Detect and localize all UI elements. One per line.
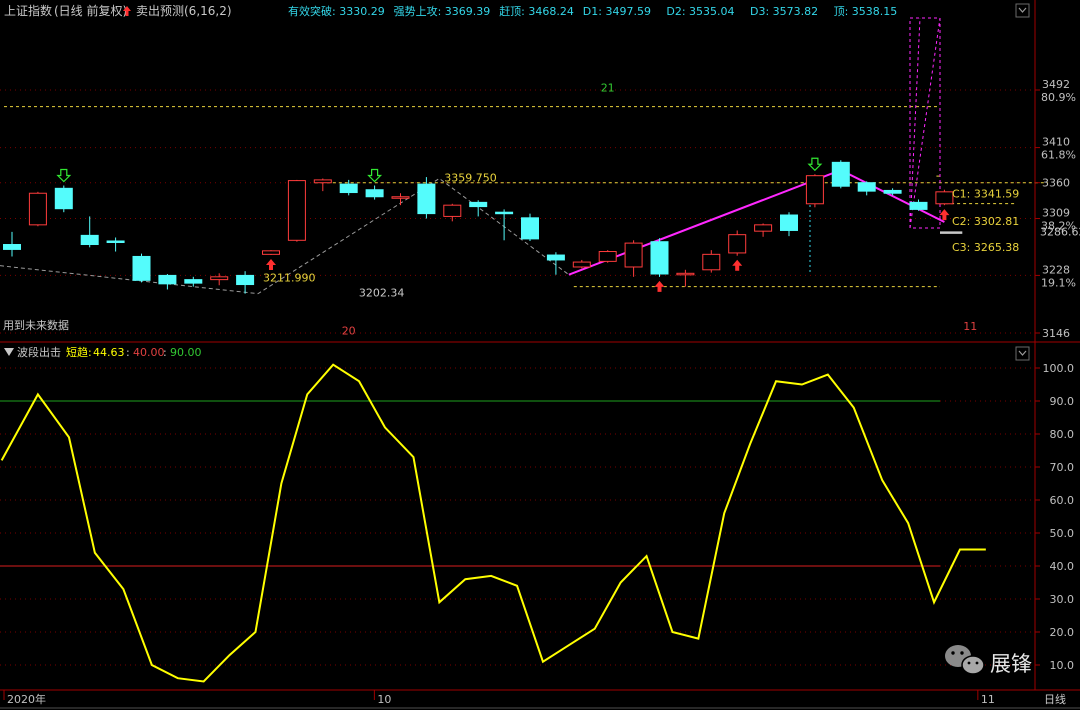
candle-body	[572, 261, 591, 268]
candle-body	[54, 187, 73, 210]
count-label: 20	[342, 324, 356, 337]
main-tick-label: 3146	[1042, 327, 1070, 340]
candle-body	[443, 204, 462, 217]
sub-tick-label: 50.0	[1050, 527, 1075, 540]
main-tick-pct: 38.2%	[1041, 220, 1076, 233]
header-level-2: 赶顶: 3468.24	[499, 4, 574, 18]
candle-body	[883, 189, 902, 194]
header-level-3: D1: 3497.59	[583, 5, 651, 18]
candle-body	[598, 251, 617, 262]
candle-body	[313, 179, 332, 184]
candle-body	[391, 196, 410, 199]
candle-body	[495, 211, 514, 215]
candle-body	[184, 279, 203, 284]
candle-body	[805, 175, 824, 205]
sub-tick-label: 80.0	[1050, 428, 1075, 441]
header-level-5: D3: 3573.82	[750, 5, 818, 18]
main-tick-label: 3360	[1042, 177, 1070, 190]
candle-body	[909, 201, 928, 210]
candle-body	[857, 182, 876, 192]
count-label: 11	[963, 320, 977, 333]
candle-body	[28, 192, 47, 226]
candle-body	[132, 255, 151, 281]
x-tick-label: 2020年	[7, 692, 46, 706]
candle-body	[831, 161, 850, 187]
main-tick-label: 3410	[1042, 136, 1070, 149]
sub-tick-label: 100.0	[1043, 362, 1075, 375]
sub-tick-label: 60.0	[1050, 494, 1075, 507]
sub-tick-label: 70.0	[1050, 461, 1075, 474]
candle-body	[754, 224, 773, 232]
period: (日线 前复权)	[54, 3, 127, 18]
count-label: 21	[601, 81, 615, 94]
candle-body	[780, 214, 798, 231]
sub-ref-red: 40.00	[133, 346, 165, 359]
candle-body	[417, 183, 436, 215]
annotation-label: 3211.990	[263, 272, 316, 285]
header-level-0: 有效突破: 3330.29	[288, 4, 385, 18]
x-tick-label: 10	[377, 693, 391, 706]
future-data-note: 用到未来数据	[3, 318, 69, 332]
sub-tick-label: 20.0	[1050, 626, 1075, 639]
candle-body	[702, 253, 721, 271]
main-tick-pct: 19.1%	[1041, 276, 1076, 289]
watermark-text: 展锋	[990, 652, 1032, 676]
svg-text::: :	[163, 346, 167, 359]
candle-body	[624, 242, 643, 268]
sub-indicator-name: 波段出击	[17, 345, 61, 359]
sub-tick-label: 90.0	[1050, 395, 1075, 408]
main-tick-pct: 80.9%	[1041, 91, 1076, 104]
sub-line-label: 短趋:	[66, 345, 92, 359]
candle-body	[106, 240, 125, 243]
candle-body	[676, 272, 695, 276]
annotation-label: C2: 3302.81	[952, 215, 1019, 228]
svg-text::: :	[126, 346, 130, 359]
sub-header: 波段出击 短趋: 44.63 : 40.00 : 90.00	[4, 345, 202, 359]
sub-tick-label: 30.0	[1050, 593, 1075, 606]
annotation-label: 3359.750	[444, 171, 497, 184]
header-level-6: 顶: 3538.15	[834, 5, 898, 18]
candle-body	[262, 250, 280, 255]
index-name: 上证指数	[4, 3, 52, 18]
candle-body	[469, 201, 488, 208]
candle-body	[339, 183, 358, 194]
candle-body	[728, 234, 747, 254]
candle-body	[210, 276, 229, 281]
sub-line-value: 44.63	[93, 346, 125, 359]
sub-ref-green: 90.00	[170, 346, 202, 359]
sub-tick-label: 40.0	[1050, 560, 1075, 573]
candle-body	[3, 244, 21, 250]
candle-body	[365, 189, 384, 198]
header-level-4: D2: 3535.04	[666, 5, 734, 18]
main-tick-pct: 61.8%	[1041, 149, 1076, 162]
header-levels: 有效突破: 3330.29 强势上攻: 3369.39 赶顶: 3468.24 D1:…	[288, 4, 897, 18]
candle-body	[236, 274, 255, 286]
annotation-label: 3202.34	[359, 286, 405, 299]
candle-body	[158, 274, 177, 285]
main-tick-label: 3492	[1042, 78, 1070, 91]
main-tick-label: 3309	[1042, 207, 1070, 220]
period-label: 日线	[1044, 692, 1066, 706]
candle-body	[521, 217, 539, 240]
main-tick-label: 3228	[1042, 263, 1070, 276]
annotation-label: C3: 3265.38	[952, 241, 1019, 254]
candle-body	[546, 254, 565, 261]
candle-body	[650, 241, 669, 275]
sub-tick-label: 10.0	[1050, 659, 1075, 672]
indicator-name: 卖出预测(6,16,2)	[136, 4, 232, 18]
candle-body	[80, 234, 99, 246]
annotation-label: C1: 3341.59	[952, 187, 1019, 200]
header-level-1: 强势上攻: 3369.39	[394, 4, 491, 18]
x-tick-label: 11	[981, 693, 995, 706]
candle-body	[935, 191, 954, 205]
candle-body	[287, 180, 306, 241]
chart-canvas: 上证指数 (日线 前复权) 卖出预测(6,16,2) 有效突破: 3330.29…	[0, 0, 1080, 710]
chart-header: 上证指数 (日线 前复权) 卖出预测(6,16,2) 有效突破: 3330.29…	[4, 3, 897, 18]
